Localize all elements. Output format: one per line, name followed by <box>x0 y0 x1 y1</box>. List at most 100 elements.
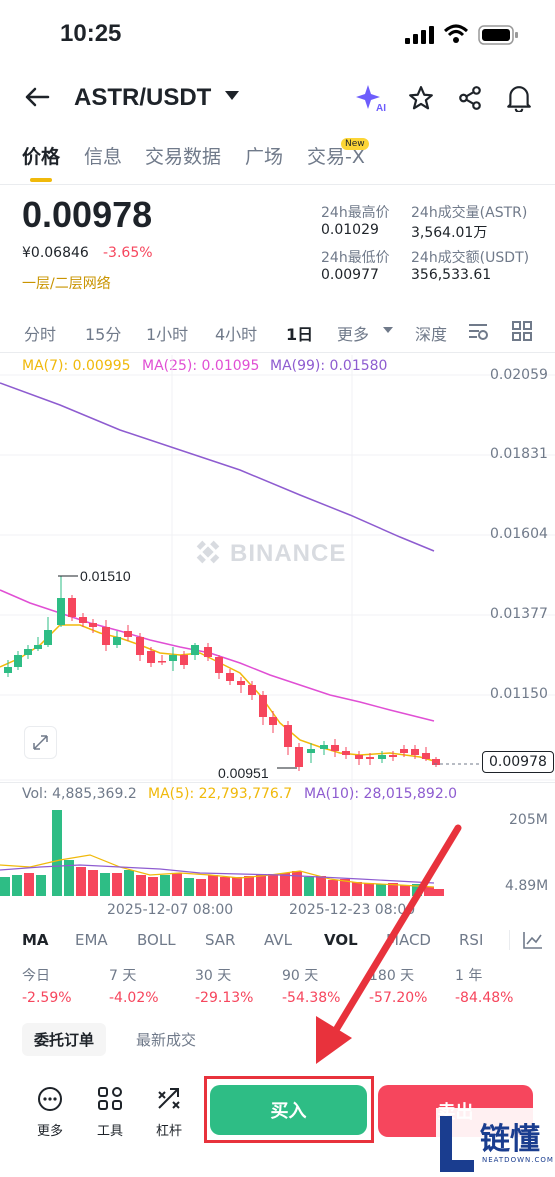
volume-value-label: Vol: 4,885,369.2 <box>22 786 137 802</box>
candle <box>14 655 22 667</box>
logo-subtext: NEATDOWN.COM <box>482 1156 554 1164</box>
tab-open-orders[interactable]: 委托订单 <box>22 1023 107 1056</box>
ind-vol[interactable]: VOL <box>324 931 358 949</box>
new-badge: New <box>341 138 369 150</box>
tab-price[interactable]: 价格 <box>22 142 60 169</box>
candle <box>237 681 245 685</box>
change-value: -2.59% <box>22 990 72 1006</box>
share-icon[interactable] <box>457 85 483 111</box>
high-price-label: 0.01510 <box>80 568 131 584</box>
amount-label: 24h成交额(USDT) <box>411 250 530 266</box>
vol-ma10-label: MA(10): 28,015,892.0 <box>304 786 458 802</box>
ind-macd[interactable]: MACD <box>386 931 431 949</box>
star-icon[interactable] <box>408 85 434 111</box>
ind-boll[interactable]: BOLL <box>137 931 176 949</box>
y-tick-label: 0.01150 <box>490 686 548 702</box>
volume-bar <box>76 867 86 896</box>
candle <box>4 667 12 673</box>
ai-sparkle-icon[interactable]: AI <box>356 83 388 113</box>
divider <box>0 352 555 353</box>
svg-text:AI: AI <box>376 103 386 113</box>
ind-sar[interactable]: SAR <box>205 931 235 949</box>
volume-bar <box>232 877 242 896</box>
tab-trade-data[interactable]: 交易数据 <box>145 142 221 169</box>
change-value: -84.48% <box>455 990 514 1006</box>
status-bar: 10:25 <box>0 0 555 70</box>
tf-1h[interactable]: 1小时 <box>146 321 188 345</box>
ma99-line <box>0 382 435 552</box>
network-tag[interactable]: 一层/二层网络 <box>22 273 111 293</box>
volume-bar <box>376 884 386 896</box>
more-tool[interactable]: 更多 <box>30 1086 70 1139</box>
volume-bar <box>172 873 182 896</box>
change-value: -54.38% <box>282 990 341 1006</box>
volume-bar <box>364 883 374 896</box>
candle <box>295 747 303 767</box>
binance-watermark: BINANCE <box>196 540 345 567</box>
volume-bar <box>88 870 98 896</box>
site-logo: 链懂 NEATDOWN.COM <box>436 1108 555 1177</box>
volume-bar <box>220 877 230 896</box>
candle <box>307 749 315 753</box>
volume-value: 3,564.01万 <box>411 225 488 241</box>
low-price-label: 0.00951 <box>218 765 269 781</box>
tool-label: 更多 <box>36 1124 63 1139</box>
pair-title[interactable]: ASTR/USDT <box>74 84 211 112</box>
battery-icon <box>478 25 518 45</box>
candle <box>331 745 339 751</box>
candle <box>411 749 419 755</box>
y-tick-label: 0.01377 <box>490 606 548 622</box>
chevron-down-icon[interactable] <box>225 91 239 101</box>
volume-bar <box>256 874 266 896</box>
candle <box>248 685 256 695</box>
volume-bar <box>112 873 122 896</box>
fullscreen-button[interactable] <box>24 726 57 759</box>
tf-more[interactable]: 更多 <box>337 321 369 345</box>
tab-info[interactable]: 信息 <box>84 142 122 169</box>
volume-bar <box>36 875 46 896</box>
last-price: 0.00978 <box>22 194 153 235</box>
tab-recent-trades[interactable]: 最新成交 <box>136 1029 196 1050</box>
tf-1d[interactable]: 1日 <box>286 321 313 345</box>
high-annotation: 0.01510 <box>58 568 131 584</box>
low-label: 24h最低价 <box>321 250 390 266</box>
kline-chart[interactable]: BINANCE 0.01510 0.00951 <box>0 355 555 915</box>
volume-bar <box>136 875 146 896</box>
ind-ema[interactable]: EMA <box>75 931 108 949</box>
candle <box>400 749 408 753</box>
chevron-down-icon[interactable] <box>383 327 393 334</box>
chart-settings-icon[interactable] <box>467 321 489 341</box>
tf-4h[interactable]: 4小时 <box>215 321 257 345</box>
volume-bar <box>352 882 362 896</box>
tf-timeline[interactable]: 分时 <box>24 321 56 345</box>
leverage-tool[interactable]: 杠杆 <box>149 1086 189 1139</box>
tf-depth[interactable]: 深度 <box>415 321 447 345</box>
candle <box>259 695 267 717</box>
buy-button[interactable]: 买入 <box>210 1085 367 1135</box>
volume-bar <box>292 871 302 896</box>
ma25-line <box>0 589 435 722</box>
volume-bar <box>124 870 134 896</box>
volume-bar <box>328 880 338 896</box>
candlesticks <box>4 576 440 771</box>
candle <box>136 637 144 655</box>
tab-square[interactable]: 广场 <box>245 142 283 169</box>
tf-15m[interactable]: 15分 <box>85 321 121 345</box>
wifi-icon <box>443 24 469 43</box>
candle <box>269 717 277 725</box>
ind-rsi[interactable]: RSI <box>459 931 483 949</box>
ind-ma[interactable]: MA <box>22 931 49 949</box>
candle <box>147 651 155 663</box>
ind-avl[interactable]: AVL <box>264 931 292 949</box>
logo-mark-icon <box>440 1116 474 1172</box>
indicator-chart-icon[interactable] <box>522 930 544 950</box>
candle <box>79 617 87 623</box>
bell-icon[interactable] <box>506 84 532 112</box>
divider <box>0 782 555 783</box>
tools-tool[interactable]: 工具 <box>90 1086 130 1139</box>
volume-bar <box>244 876 254 896</box>
vol-ymax: 205M <box>509 812 548 828</box>
back-arrow-icon[interactable] <box>24 86 50 108</box>
candle <box>342 751 350 755</box>
grid-layout-icon[interactable] <box>512 321 532 341</box>
